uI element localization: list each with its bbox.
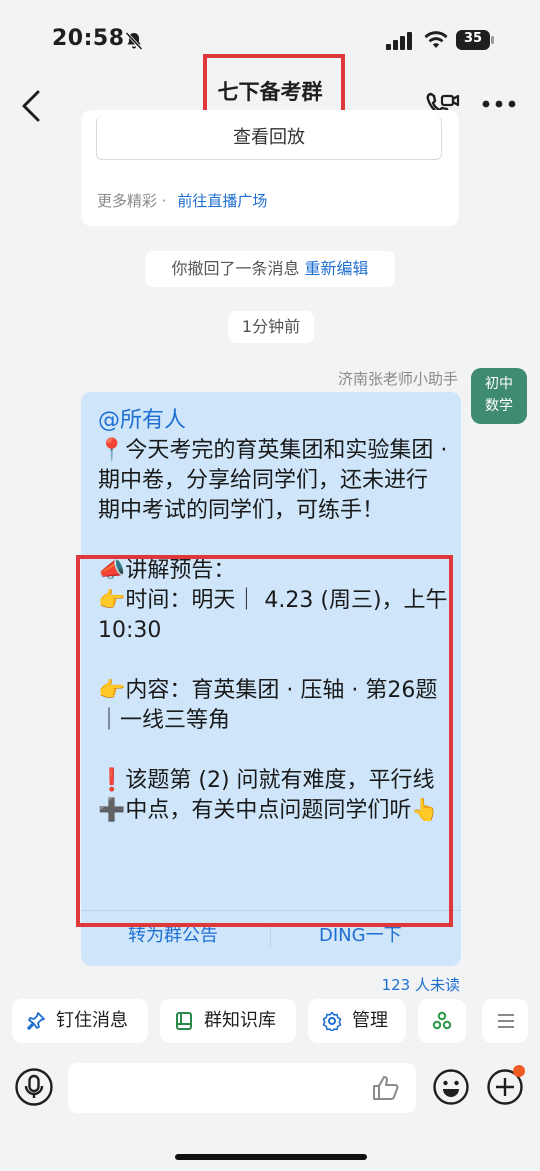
recall-notice: 你撤回了一条消息 重新编辑 xyxy=(145,251,395,287)
home-indicator xyxy=(175,1154,367,1160)
bell-muted-icon xyxy=(125,31,143,51)
card-more-text: 更多精彩 · xyxy=(97,192,167,210)
manage-label: 管理 xyxy=(352,1010,388,1031)
card-more-row: 更多精彩 · 前往直播广场 xyxy=(97,190,267,211)
pin-message-label: 钉住消息 xyxy=(56,1010,128,1031)
re-edit-link[interactable]: 重新编辑 xyxy=(305,259,369,278)
knowledge-base-label: 群知识库 xyxy=(204,1010,276,1031)
knowledge-base-button[interactable]: 群知识库 xyxy=(160,999,296,1043)
avatar-line-1: 初中 xyxy=(485,376,513,392)
message-paragraph-1: 📍今天考完的育英集团和实验集团 · 期中卷，分享给同学们，还未进行期中考试的同学… xyxy=(98,438,448,523)
apps-icon xyxy=(432,1011,452,1030)
book-icon xyxy=(176,1012,192,1030)
battery-cap xyxy=(491,36,494,44)
gear-icon xyxy=(322,1011,342,1031)
status-time: 20:58 xyxy=(52,26,125,51)
app-shortcut-button[interactable] xyxy=(418,999,466,1043)
sender-name: 济南张老师小助手 xyxy=(337,370,458,388)
signal-icon xyxy=(386,32,412,50)
menu-button[interactable] xyxy=(482,999,528,1043)
live-card: 查看回放 更多精彩 · 前往直播广场 xyxy=(81,110,459,226)
content-highlight-box xyxy=(76,555,453,927)
recall-text: 你撤回了一条消息 xyxy=(171,259,300,278)
battery-icon: 35 xyxy=(456,30,494,50)
more-icon[interactable] xyxy=(482,100,516,108)
battery-level: 35 xyxy=(463,31,483,46)
voice-icon[interactable] xyxy=(14,1067,54,1107)
view-replay-button[interactable]: 查看回放 xyxy=(96,116,442,160)
wifi-icon xyxy=(424,31,448,48)
live-square-link[interactable]: 前往直播广场 xyxy=(177,192,267,210)
pin-message-button[interactable]: 钉住消息 xyxy=(12,999,148,1043)
timestamp: 1分钟前 xyxy=(228,311,314,343)
thumbs-up-icon[interactable] xyxy=(372,1075,400,1101)
menu-icon xyxy=(498,1014,514,1028)
pin-icon xyxy=(27,1012,45,1030)
unread-count[interactable]: 123 人未读 xyxy=(382,974,460,995)
message-input[interactable] xyxy=(68,1063,416,1113)
manage-button[interactable]: 管理 xyxy=(308,999,406,1043)
mention-all[interactable]: @所有人 xyxy=(98,406,448,436)
emoji-icon[interactable] xyxy=(432,1068,470,1106)
action-divider xyxy=(270,925,271,947)
notification-dot xyxy=(513,1065,525,1077)
avatar-line-2: 数学 xyxy=(485,398,513,414)
avatar[interactable]: 初中 数学 xyxy=(471,368,527,424)
